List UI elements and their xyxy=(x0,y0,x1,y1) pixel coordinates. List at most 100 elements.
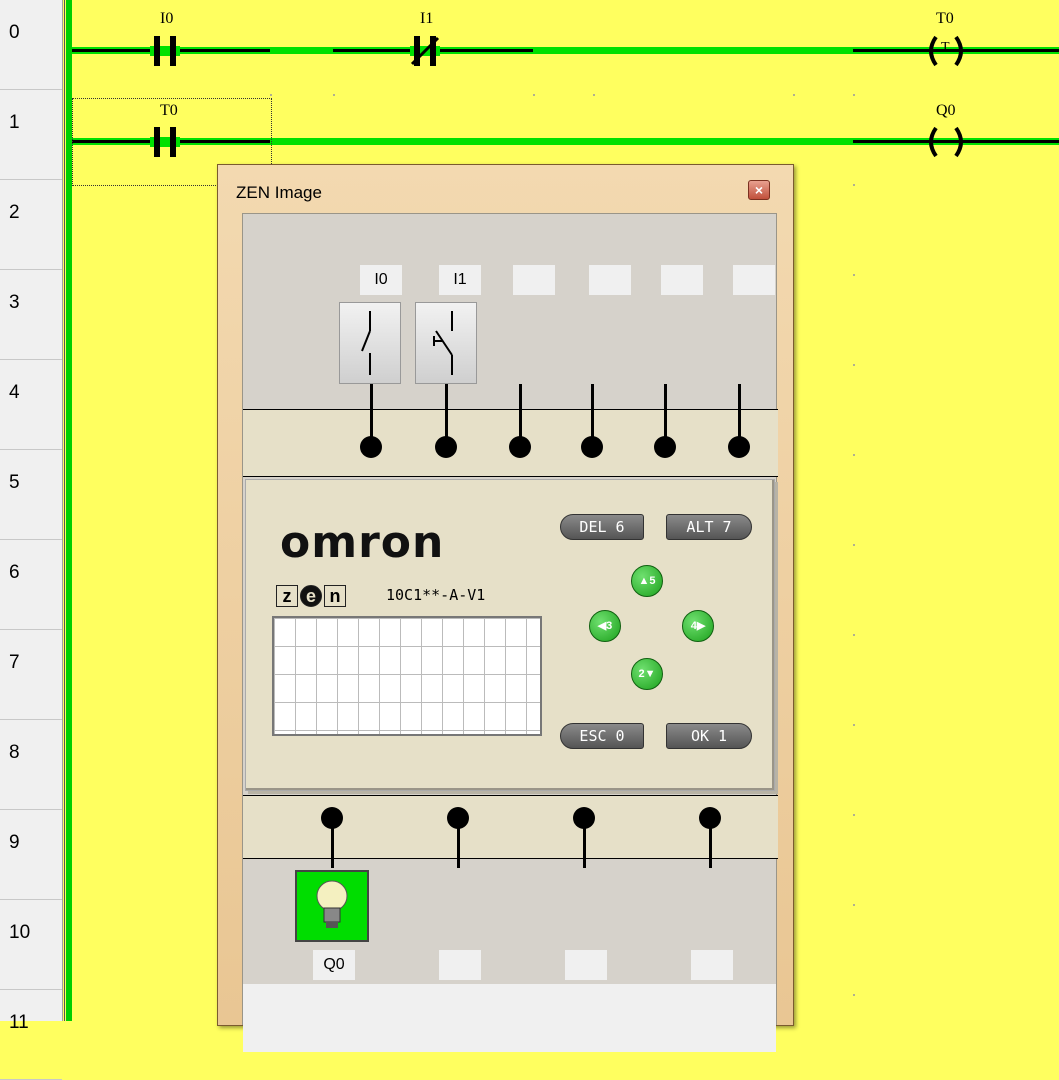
grid-dot xyxy=(853,814,855,816)
grid-dot xyxy=(593,94,595,96)
terminal-wire xyxy=(445,384,448,444)
row-number[interactable]: 0 xyxy=(0,0,62,90)
row-number[interactable]: 9 xyxy=(0,810,62,900)
right-arrow-button[interactable]: 4▶ xyxy=(682,610,714,642)
output-label xyxy=(565,950,607,980)
input-terminal xyxy=(509,436,531,458)
grid-dot xyxy=(853,454,855,456)
terminal-wire xyxy=(583,818,586,868)
terminal-wire xyxy=(370,384,373,444)
terminal-wire xyxy=(664,384,667,444)
output-label xyxy=(439,950,481,980)
row-number-label: 2 xyxy=(9,202,20,223)
left-arrow-icon: ◀ xyxy=(597,620,607,632)
grid-dot xyxy=(853,184,855,186)
row-number[interactable]: 1 xyxy=(0,90,62,180)
omron-logo: omron xyxy=(280,517,445,568)
grid-dot xyxy=(853,94,855,96)
down-arrow-icon: ▼ xyxy=(644,668,656,680)
zen-logo: z e n xyxy=(276,585,346,609)
output-coil-Q0[interactable] xyxy=(924,125,968,159)
output-terminal-strip xyxy=(243,795,778,859)
row-number-label: 1 xyxy=(9,112,20,133)
zen-logo-letter: z xyxy=(276,585,298,607)
ok-button[interactable]: OK 1 xyxy=(666,723,752,749)
zen-image-window[interactable]: ZEN Image × I0 I1 omron z e n 10C1**-A-V… xyxy=(217,164,794,1052)
input-terminal xyxy=(360,436,382,458)
button-number: 3 xyxy=(606,620,613,632)
row-number-label: 9 xyxy=(9,832,20,853)
row-number[interactable]: 6 xyxy=(0,540,62,630)
del-button[interactable]: DEL 6 xyxy=(560,514,644,540)
terminal-wire xyxy=(738,384,741,444)
terminal-wire xyxy=(331,818,334,868)
output-label xyxy=(691,950,733,980)
output-label: Q0 xyxy=(313,950,355,980)
esc-button[interactable]: ESC 0 xyxy=(560,723,644,749)
no-contact-T0[interactable] xyxy=(150,127,180,157)
grid-dot xyxy=(333,94,335,96)
left-arrow-button[interactable]: ◀3 xyxy=(589,610,621,642)
output-lamp-Q0[interactable] xyxy=(295,870,369,942)
nc-switch-icon xyxy=(361,311,371,375)
row-number-label: 11 xyxy=(9,1012,29,1033)
contact-label: T0 xyxy=(160,102,178,119)
row-number-label: 6 xyxy=(9,562,20,583)
row-number[interactable]: 4 xyxy=(0,360,62,450)
input-switch-I1[interactable] xyxy=(415,302,477,384)
input-terminal xyxy=(435,436,457,458)
input-terminal xyxy=(728,436,750,458)
zen-logo-letter: n xyxy=(324,585,346,607)
zen-logo-letter: e xyxy=(300,585,322,607)
button-number: 5 xyxy=(649,575,656,587)
grid-dot xyxy=(853,544,855,546)
no-contact-I0[interactable] xyxy=(150,36,180,66)
row-number[interactable]: 10 xyxy=(0,900,62,990)
input-label xyxy=(661,265,703,295)
window-title: ZEN Image xyxy=(236,183,322,202)
row-number-label: 8 xyxy=(9,742,20,763)
row-number-label: 10 xyxy=(9,922,31,943)
row-number[interactable]: 8 xyxy=(0,720,62,810)
row-number-label: 7 xyxy=(9,652,20,673)
grid-dot xyxy=(853,364,855,366)
grid-dot xyxy=(853,904,855,906)
model-number: 10C1**-A-V1 xyxy=(386,586,486,604)
input-terminal xyxy=(581,436,603,458)
grid-dot xyxy=(853,994,855,996)
down-arrow-button[interactable]: 2▼ xyxy=(631,658,663,690)
coil-symbol: T xyxy=(941,40,950,55)
terminal-wire xyxy=(519,384,522,444)
row-number[interactable]: 7 xyxy=(0,630,62,720)
zen-device-panel: I0 I1 omron z e n 10C1**-A-V1 DEL 6 ALT … xyxy=(242,213,778,1052)
row-number[interactable]: 2 xyxy=(0,180,62,270)
input-terminal xyxy=(654,436,676,458)
zen-controller-unit: omron z e n 10C1**-A-V1 DEL 6 ALT 7 ▲5 ◀… xyxy=(245,479,775,791)
power-rail-edge xyxy=(64,0,65,1021)
up-arrow-button[interactable]: ▲5 xyxy=(631,565,663,597)
input-label: I0 xyxy=(360,265,402,295)
nc-contact-I1[interactable] xyxy=(410,36,440,66)
row-number-label: 0 xyxy=(9,22,20,43)
coil-label: T0 xyxy=(936,10,954,27)
grid-dot xyxy=(853,274,855,276)
input-label: I1 xyxy=(439,265,481,295)
row-number-label: 3 xyxy=(9,292,20,313)
grid-dot xyxy=(853,634,855,636)
row-number-label: 5 xyxy=(9,472,20,493)
no-switch-icon xyxy=(433,311,453,375)
contact-label: I1 xyxy=(420,10,434,27)
contact-label: I0 xyxy=(160,10,174,27)
terminal-wire xyxy=(457,818,460,868)
row-number[interactable]: 5 xyxy=(0,450,62,540)
alt-button[interactable]: ALT 7 xyxy=(666,514,752,540)
panel-bottom xyxy=(243,984,776,1052)
lamp-icon xyxy=(316,880,348,928)
close-button[interactable]: × xyxy=(748,180,770,200)
right-arrow-icon: ▶ xyxy=(696,620,706,632)
input-switch-I0[interactable] xyxy=(339,302,401,384)
row-number[interactable]: 11 xyxy=(0,990,62,1080)
row-number[interactable]: 3 xyxy=(0,270,62,360)
coil-label: Q0 xyxy=(936,102,956,119)
terminal-wire xyxy=(591,384,594,444)
